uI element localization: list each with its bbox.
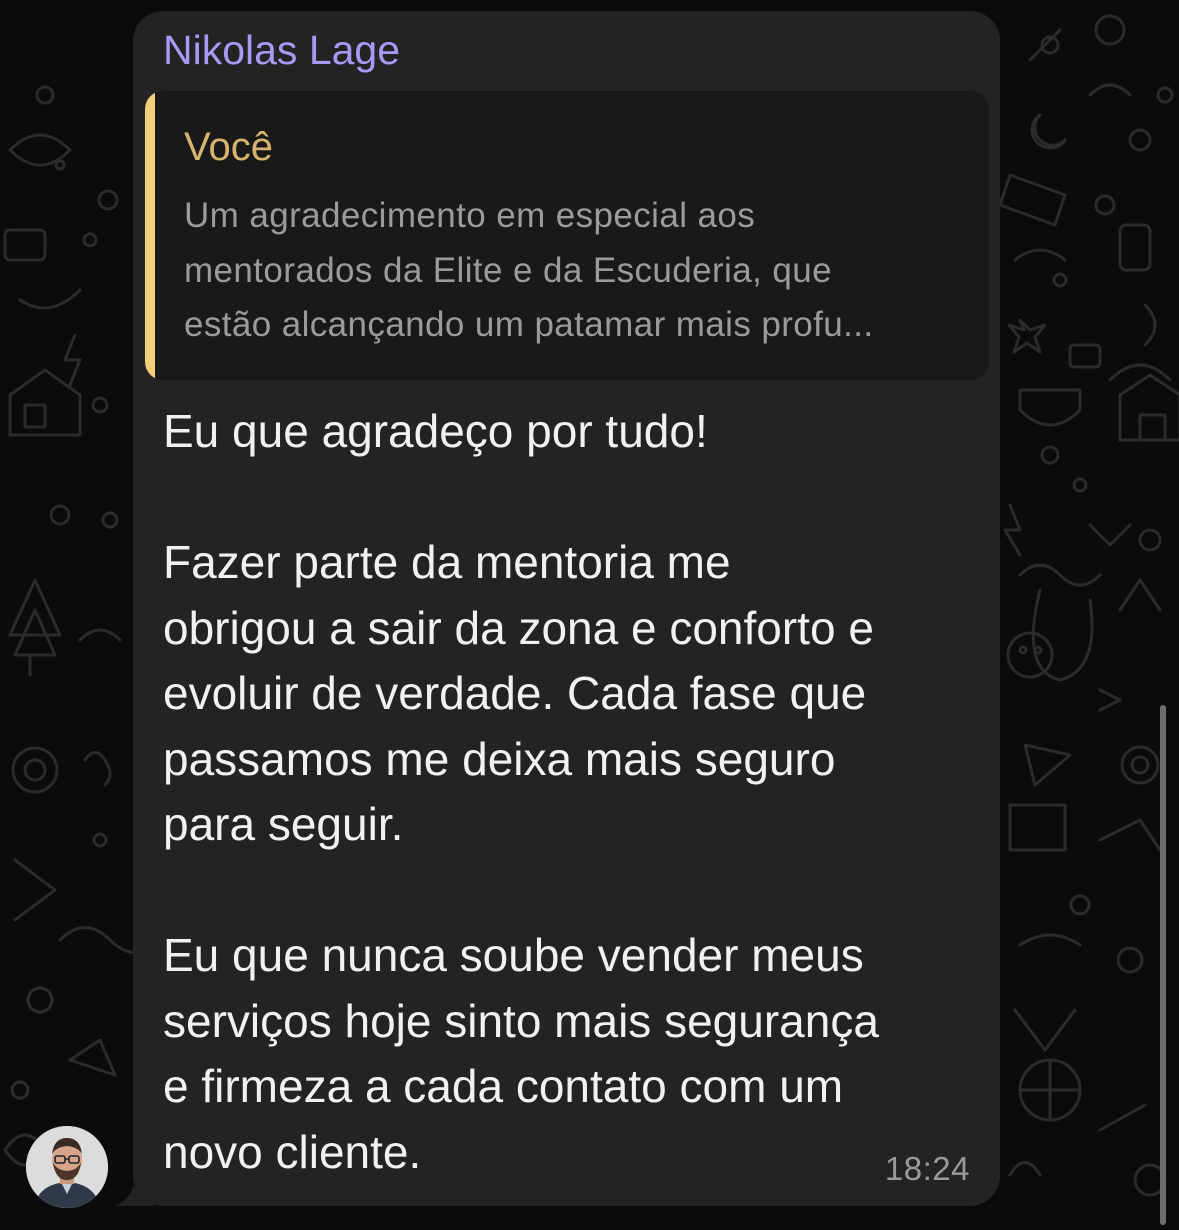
message-timestamp: 18:24	[884, 1150, 970, 1187]
message-line: Eu que nunca soube vender meus	[163, 929, 864, 981]
message-line: para seguir.	[163, 798, 404, 850]
message-line: Fazer parte da mentoria me	[163, 536, 731, 588]
scrollbar[interactable]	[1160, 705, 1166, 1225]
message-line: e firmeza a cada contato com um	[163, 1060, 844, 1112]
message-line: Eu que agradeço por tudo!	[163, 405, 708, 457]
message-line: serviços hoje sinto mais segurança	[163, 994, 879, 1047]
message-text: Eu que agradeço por tudo! Fazer parte da…	[163, 399, 983, 1185]
quoted-text-line: Um agradecimento em especial aos	[184, 196, 756, 235]
message-line: passamos me deixa mais seguro	[163, 732, 836, 785]
message-line: novo cliente.	[163, 1125, 422, 1178]
sender-name[interactable]: Nikolas Lage	[163, 27, 400, 74]
user-avatar-icon	[26, 1126, 108, 1208]
quote-accent-bar	[145, 91, 155, 380]
sender-avatar[interactable]	[26, 1126, 108, 1208]
quoted-text-line: estão alcançando um patamar mais profu..…	[184, 305, 874, 344]
quoted-message[interactable]: Você Um agradecimento em especial aos me…	[145, 91, 989, 380]
quoted-text-line: mentorados da Elite e da Escuderia, que	[184, 250, 832, 290]
message-bubble[interactable]: Nikolas Lage Você Um agradecimento em es…	[133, 11, 1000, 1206]
message-line: evoluir de verdade. Cada fase que	[163, 667, 867, 719]
quoted-author: Você	[184, 125, 273, 169]
message-line: obrigou a sair da zona e conforto e	[163, 601, 874, 654]
quoted-text: Um agradecimento em especial aos mentora…	[184, 189, 974, 353]
